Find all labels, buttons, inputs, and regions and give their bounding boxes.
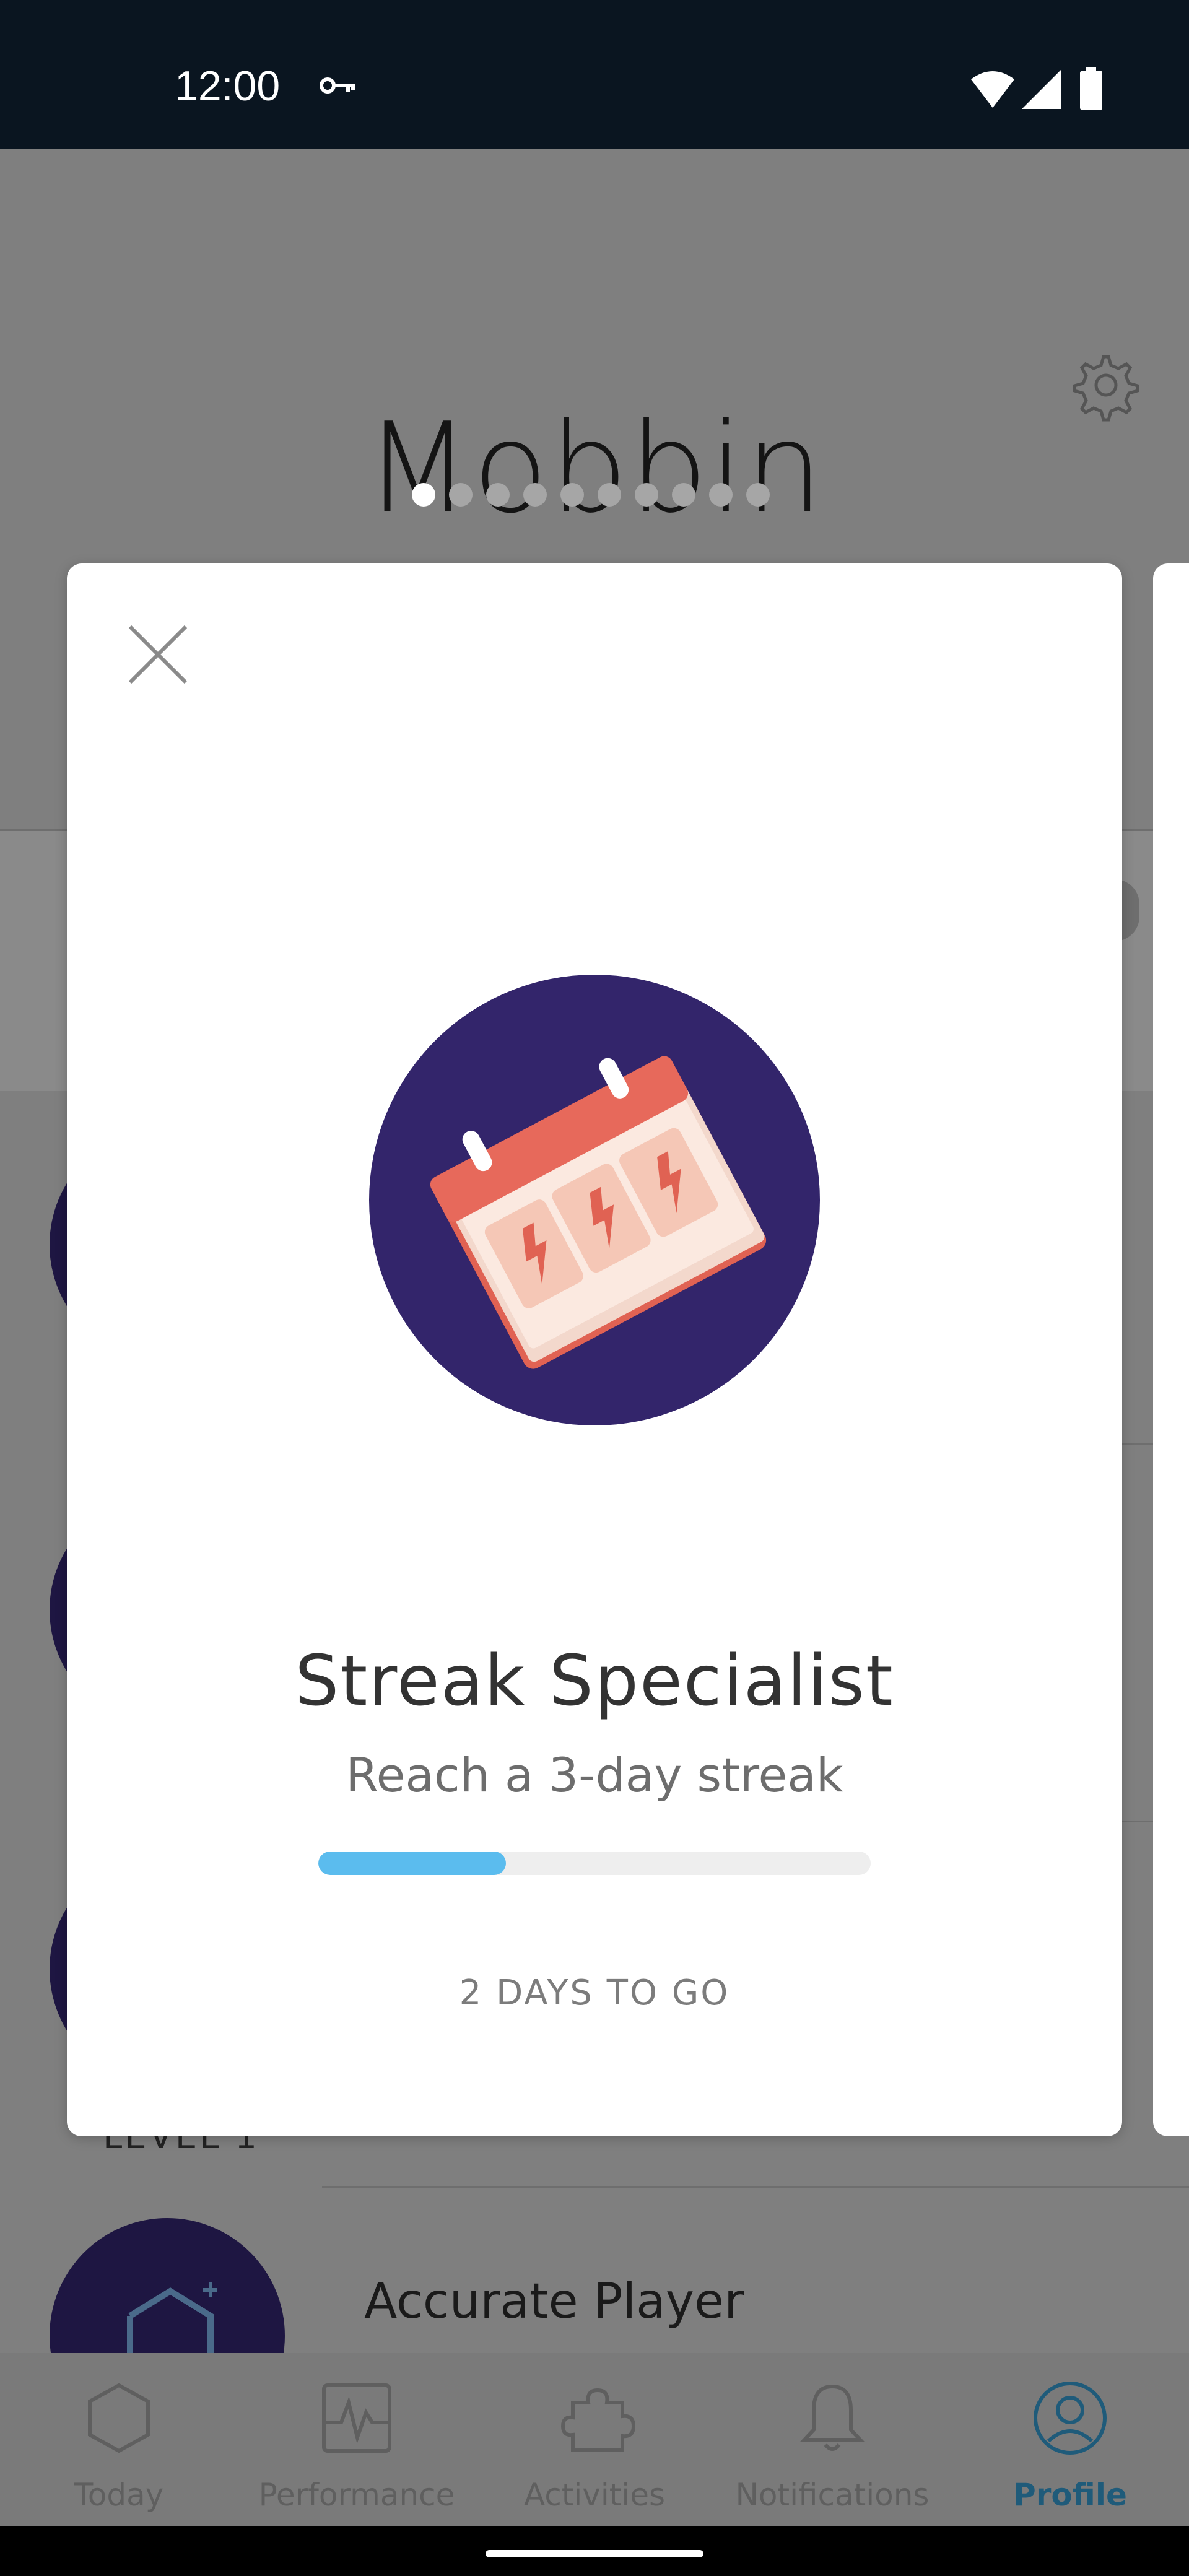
achievement-title: Streak Specialist [295,1641,894,1721]
bell-icon [800,2384,865,2451]
wifi-icon [971,71,1014,108]
nav-item-notifications[interactable]: Notifications [713,2353,951,2526]
battery-icon [1080,67,1102,110]
nav-item-performance[interactable]: Performance [238,2353,476,2526]
accurate-player-badge-icon [127,2282,217,2365]
nav-item-profile[interactable]: Profile [951,2353,1189,2526]
nav-item-today[interactable]: Today [0,2353,238,2526]
hexagon-icon [88,2383,150,2453]
pager-dot [486,483,510,507]
nav-label-profile: Profile [1013,2477,1127,2513]
achievement-detail-card: Streak Specialist Reach a 3-day streak 2… [67,564,1122,2136]
pager-dots [412,483,770,507]
bottom-navigation: Today Performance Activities Notificatio… [0,2353,1189,2526]
row-divider [322,2186,1189,2188]
pager-dot [449,483,473,507]
pager-dot [523,483,547,507]
close-icon[interactable] [124,620,192,689]
profile-name-title: Mobbin [364,396,825,541]
nav-item-activities[interactable]: Activities [476,2353,713,2526]
achievement-progress-bar [318,1852,871,1875]
nav-label-activities: Activities [523,2477,666,2513]
progress-fill [318,1852,507,1875]
pager-dot [598,483,621,507]
achievement-description: Reach a 3-day streak [346,1747,843,1803]
days-remaining-label: 2 DAYS TO GO [459,1973,730,2013]
nav-label-performance: Performance [258,2477,455,2513]
pager-dot [709,483,733,507]
achievement-row-title: Accurate Player [364,2274,744,2330]
nav-label-notifications: Notifications [735,2477,930,2513]
nav-label-today: Today [74,2477,164,2513]
pager-dot [635,483,658,507]
pager-dot [746,483,770,507]
home-indicator[interactable] [486,2550,703,2557]
pager-dot [560,483,584,507]
status-bar: 12:00 [0,0,1189,149]
vpn-key-icon [320,77,355,94]
pager-dot [672,483,695,507]
puzzle-icon [560,2388,635,2452]
profile-icon [1034,2382,1107,2455]
pulse-chart-icon [322,2383,391,2453]
calendar-streak-badge-icon [369,975,820,1425]
cell-signal-icon [1022,69,1061,109]
pager-dot [412,483,435,507]
status-time: 12:00 [175,63,281,110]
next-achievement-card[interactable] [1153,564,1189,2136]
